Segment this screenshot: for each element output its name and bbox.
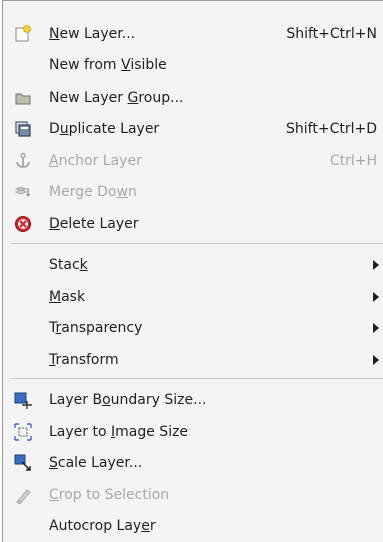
menu-item-new-from-visible[interactable]: New from Visible [3,52,383,78]
shortcut-label: Shift+Ctrl+D [286,121,377,137]
menu-item-label: Scale Layer... [49,455,143,471]
submenu-arrow-icon [373,292,379,302]
menu-item-label: Delete Layer [49,216,139,232]
merge-down-icon [14,183,32,201]
layer-menu: New Layer... Shift+Ctrl+N New from Visib… [2,0,383,542]
menu-item-new-layer[interactable]: New Layer... Shift+Ctrl+N [3,21,383,47]
duplicate-icon [14,120,32,138]
menu-item-stack[interactable]: Stack [3,252,383,278]
menu-item-transparency[interactable]: Transparency [3,315,383,341]
submenu-arrow-icon [373,355,379,365]
menu-item-delete-layer[interactable]: Delete Layer [3,211,383,237]
delete-icon [14,215,32,233]
menu-item-transform[interactable]: Transform [3,347,383,373]
menu-item-label: Mask [49,289,86,305]
menu-item-duplicate-layer[interactable]: Duplicate Layer Shift+Ctrl+D [3,116,383,142]
menu-item-label: Merge Down [49,184,137,200]
menu-item-label: Crop to Selection [49,487,170,503]
menu-item-crop-to-selection[interactable]: Crop to Selection [3,482,383,508]
scale-layer-icon [14,454,32,472]
layer-to-image-icon [14,423,32,441]
menu-item-label: New Layer... [49,26,136,42]
menu-item-label: Transform [49,352,119,368]
shortcut-label: Shift+Ctrl+N [286,26,377,42]
menu-item-label: Autocrop Layer [49,518,156,534]
menu-item-label: Anchor Layer [49,153,142,169]
menu-item-label: Layer Boundary Size... [49,392,207,408]
menu-item-new-layer-group[interactable]: New Layer Group... [3,85,383,111]
menu-item-label: Transparency [49,320,143,336]
menu-item-label: New Layer Group... [49,90,184,106]
menu-item-layer-to-image-size[interactable]: Layer to Image Size [3,419,383,445]
menu-item-label: New from Visible [49,57,167,73]
menu-separator [11,378,383,379]
menu-item-layer-boundary-size[interactable]: Layer Boundary Size... [3,387,383,413]
anchor-icon [14,152,32,170]
submenu-arrow-icon [373,260,379,270]
layer-group-icon [14,89,32,107]
shortcut-label: Ctrl+H [329,153,377,169]
menu-item-label: Stack [49,257,88,273]
menu-item-merge-down[interactable]: Merge Down [3,179,383,205]
menu-item-label: Duplicate Layer [49,121,160,137]
new-layer-icon [14,25,32,43]
submenu-arrow-icon [373,323,379,333]
menu-item-anchor-layer[interactable]: Anchor Layer Ctrl+H [3,148,383,174]
menu-item-label: Layer to Image Size [49,424,189,440]
menu-item-scale-layer[interactable]: Scale Layer... [3,450,383,476]
crop-icon [14,486,32,504]
layer-boundary-icon [14,391,32,409]
menu-item-autocrop-layer[interactable]: Autocrop Layer [3,513,383,539]
menu-item-mask[interactable]: Mask [3,284,383,310]
menu-separator [11,243,383,244]
